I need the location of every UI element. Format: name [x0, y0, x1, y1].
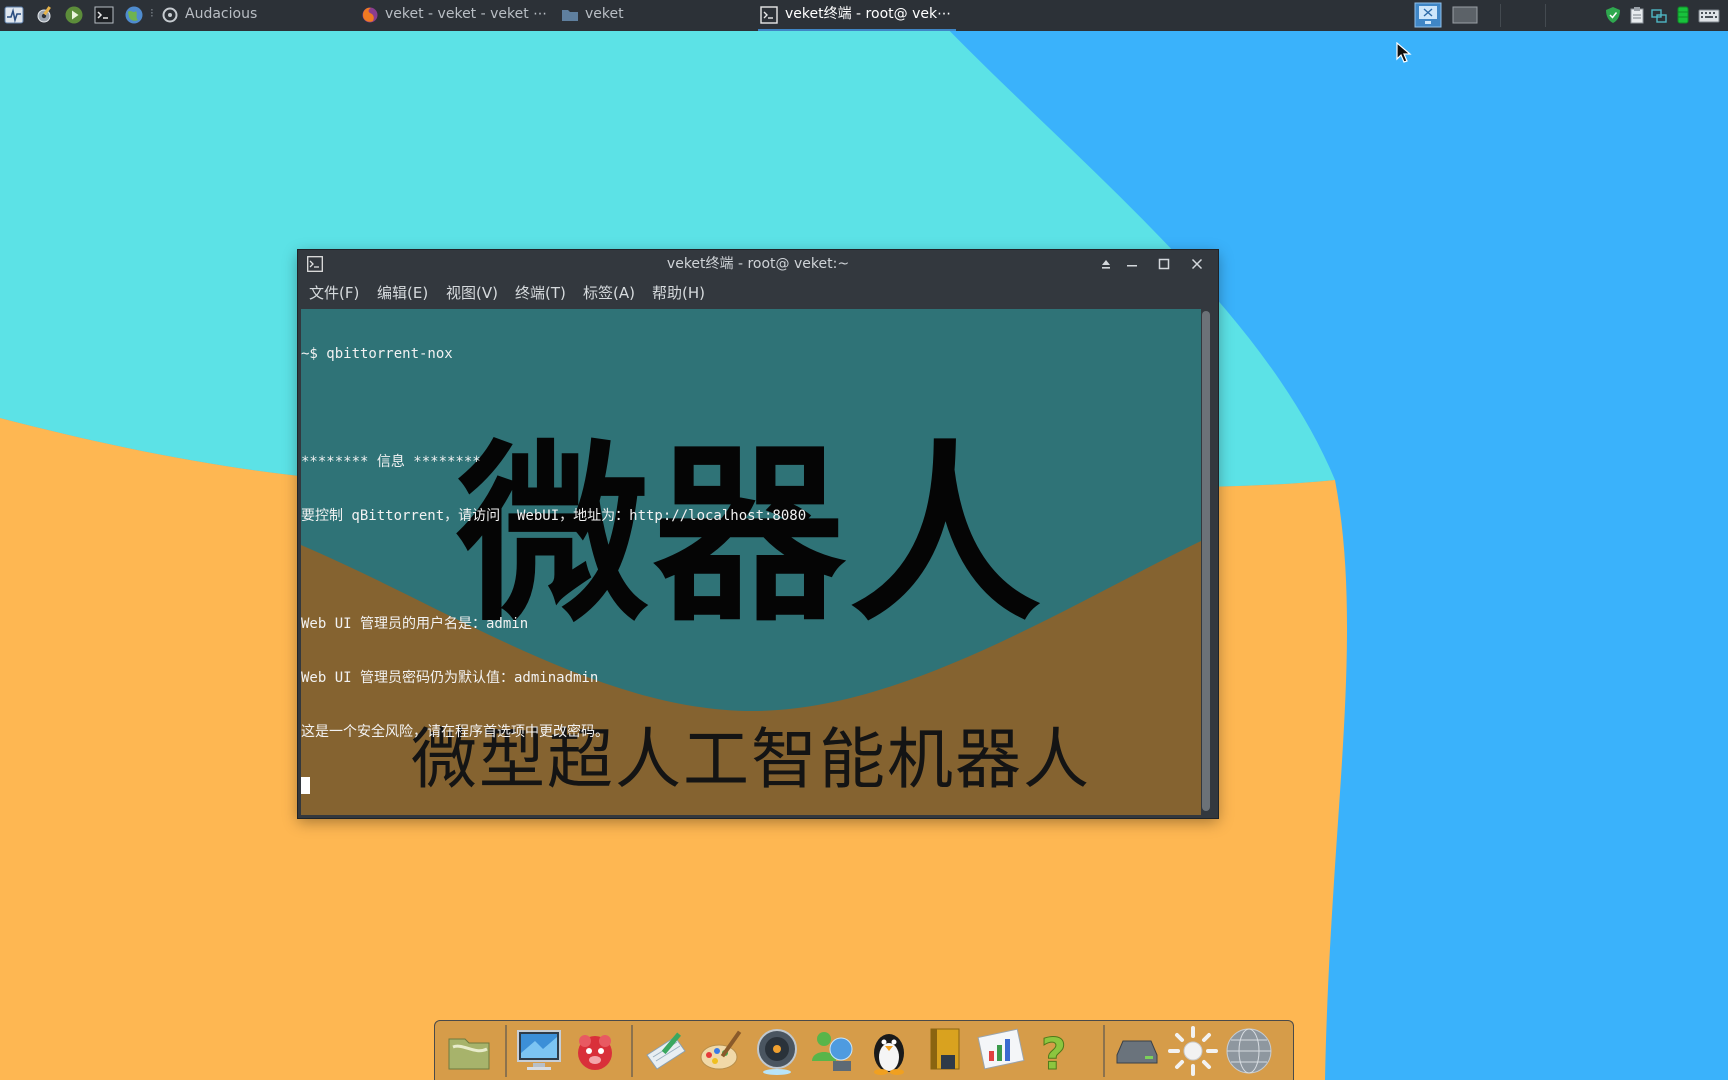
menu-edit[interactable]: 编辑(E): [377, 278, 428, 308]
paint-icon[interactable]: [695, 1025, 747, 1077]
file-manager-icon[interactable]: [443, 1025, 495, 1077]
top-taskbar: ⁝ Audacious veket - veket - veket ⋯ veke…: [0, 0, 1728, 31]
task-label: veket - veket - veket ⋯: [385, 6, 548, 22]
terminal-icon: [760, 6, 778, 24]
task-label: veket: [585, 6, 624, 22]
taskbar-separator: [1500, 4, 1501, 27]
shield-icon[interactable]: [1605, 6, 1621, 24]
svg-text:?: ?: [1041, 1029, 1067, 1077]
shade-button[interactable]: [1096, 254, 1116, 274]
terminal-scrollbar[interactable]: [1202, 311, 1210, 811]
window-title: veket终端 - root@ veket:~: [666, 256, 850, 272]
menu-help[interactable]: 帮助(H): [652, 278, 705, 308]
firefox-icon: [362, 7, 378, 23]
workspace-1-icon[interactable]: [1414, 2, 1442, 28]
maximize-button[interactable]: [1154, 254, 1174, 274]
terminal-text: ~$ qbittorrent-nox ******** 信息 ******** …: [301, 309, 1181, 815]
menu-tabs[interactable]: 标签(A): [583, 278, 635, 308]
terminal-line: ~$ qbittorrent-nox: [301, 346, 453, 362]
terminal-line: 要控制 qBittorrent，请访问 WebUI，地址为：http://loc…: [301, 508, 807, 524]
terminal-line: 这是一个安全风险，请在程序首选项中更改密码。: [301, 724, 609, 740]
dock-separator: [631, 1025, 633, 1077]
media-player-icon[interactable]: [751, 1025, 803, 1077]
run-icon[interactable]: [64, 5, 84, 25]
mouse-pointer-icon: [1396, 42, 1412, 63]
task-label: Audacious: [185, 6, 258, 22]
terminal-line: Web UI 管理员密码仍为默认值：adminadmin: [301, 670, 599, 686]
terminal-menubar: 文件(F) 编辑(E) 视图(V) 终端(T) 标签(A) 帮助(H): [298, 278, 1218, 306]
handle-dots-icon: ⁝: [150, 6, 154, 20]
task-label: veket终端 - root@ vek⋯: [785, 6, 952, 22]
task-firefox[interactable]: veket - veket - veket ⋯: [385, 0, 547, 31]
network-icon[interactable]: [1651, 6, 1667, 24]
menu-terminal[interactable]: 终端(T): [515, 278, 566, 308]
terminal-line: Web UI 管理员的用户名是：admin: [301, 616, 529, 632]
folder-icon: [562, 10, 578, 21]
terminal-titlebar[interactable]: veket终端 - root@ veket:~: [298, 250, 1218, 278]
monitor-icon[interactable]: [513, 1025, 565, 1077]
taskbar-separator: [1545, 4, 1546, 27]
settings-tools-icon[interactable]: [34, 5, 54, 25]
clipboard-icon[interactable]: [1629, 6, 1645, 24]
drive-icon[interactable]: [1111, 1025, 1163, 1077]
close-button[interactable]: [1187, 254, 1207, 274]
cursor-line: [301, 777, 1181, 795]
menu-view[interactable]: 视图(V): [446, 278, 498, 308]
users-icon[interactable]: [807, 1025, 859, 1077]
terminal-output-area[interactable]: 微器人 微型超人工智能机器人 ~$ qbittorrent-nox ******…: [301, 309, 1201, 815]
workspace-2-icon[interactable]: [1452, 5, 1478, 25]
notepad-icon[interactable]: [639, 1025, 691, 1077]
dock-separator: [505, 1025, 507, 1077]
pet-icon[interactable]: [569, 1025, 621, 1077]
book-icon[interactable]: [919, 1025, 971, 1077]
task-audacious[interactable]: Audacious: [185, 0, 257, 31]
browser-globe-icon[interactable]: [124, 5, 144, 25]
keyboard-icon[interactable]: [1698, 6, 1720, 24]
penguin-icon[interactable]: [863, 1025, 915, 1077]
task-terminal[interactable]: veket终端 - root@ vek⋯: [758, 0, 956, 31]
terminal-window[interactable]: veket终端 - root@ veket:~ 文件(F) 编辑(E) 视图(V…: [298, 250, 1218, 818]
sun-icon[interactable]: [1167, 1025, 1219, 1077]
audacious-icon: [162, 7, 178, 23]
help-icon[interactable]: ?: [1031, 1025, 1083, 1078]
battery-icon[interactable]: [1675, 6, 1691, 24]
dock-separator: [1103, 1025, 1105, 1077]
bottom-dock: ?: [434, 1020, 1294, 1080]
task-folder[interactable]: veket: [585, 0, 624, 31]
terminal-launcher-icon[interactable]: [94, 5, 114, 25]
terminal-line: ******** 信息 ********: [301, 454, 481, 470]
menu-file[interactable]: 文件(F): [309, 278, 359, 308]
chart-icon[interactable]: [975, 1025, 1027, 1077]
minimize-button[interactable]: [1122, 254, 1142, 274]
system-monitor-icon[interactable]: [4, 5, 24, 25]
text-cursor: [301, 777, 310, 794]
globe-icon[interactable]: [1223, 1025, 1275, 1077]
